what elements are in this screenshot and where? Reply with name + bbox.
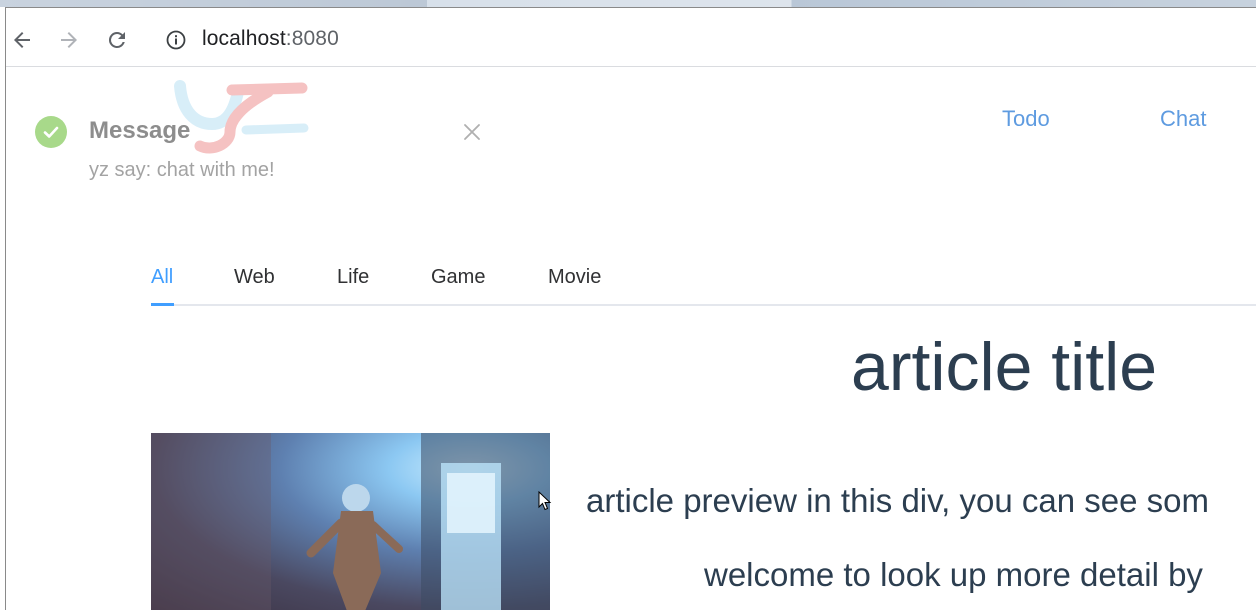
- tab-movie[interactable]: Movie: [548, 266, 601, 289]
- info-icon[interactable]: [166, 30, 186, 50]
- success-check-icon: [35, 116, 67, 148]
- article-preview-text: article preview in this div, you can see…: [586, 482, 1209, 519]
- article-thumbnail[interactable]: [151, 433, 550, 610]
- tab-life[interactable]: Life: [337, 266, 369, 289]
- tab-all[interactable]: All: [151, 266, 173, 289]
- tabs-divider: [151, 304, 1256, 306]
- category-tabs: All Web Life Game Movie: [151, 256, 1256, 306]
- address-bar[interactable]: localhost:8080: [202, 27, 339, 51]
- active-tab-indicator: [151, 303, 174, 306]
- url-host: localhost: [202, 27, 286, 50]
- forward-button[interactable]: [55, 26, 83, 54]
- back-button[interactable]: [8, 26, 36, 54]
- tab-web[interactable]: Web: [234, 266, 275, 289]
- nav-link-chat[interactable]: Chat: [1160, 106, 1206, 132]
- page-content: Todo Chat Message yz say: chat with me! …: [6, 68, 1256, 610]
- notification-message: yz say: chat with me!: [89, 159, 275, 181]
- message-notification: Message yz say: chat with me!: [6, 68, 496, 188]
- arrow-left-icon: [14, 32, 30, 48]
- article-more-text: welcome to look up more detail by: [704, 556, 1203, 593]
- mouse-cursor-icon: [538, 491, 552, 511]
- tab-game[interactable]: Game: [431, 266, 485, 289]
- reload-icon: [108, 31, 125, 48]
- browser-window: localhost:8080 Todo Chat Message yz say:…: [5, 7, 1256, 610]
- url-port: :8080: [285, 27, 339, 50]
- notification-title: Message: [89, 117, 191, 144]
- reload-button[interactable]: [103, 26, 131, 54]
- window-title-strip: [0, 0, 1256, 7]
- nav-link-todo[interactable]: Todo: [1002, 106, 1050, 132]
- article-thumbnail-art: [151, 433, 550, 610]
- yz-logo: [174, 80, 309, 154]
- article-title[interactable]: article title: [851, 328, 1157, 406]
- close-icon[interactable]: [462, 122, 482, 142]
- arrow-right-icon: [61, 32, 77, 48]
- browser-toolbar: localhost:8080: [6, 8, 1256, 67]
